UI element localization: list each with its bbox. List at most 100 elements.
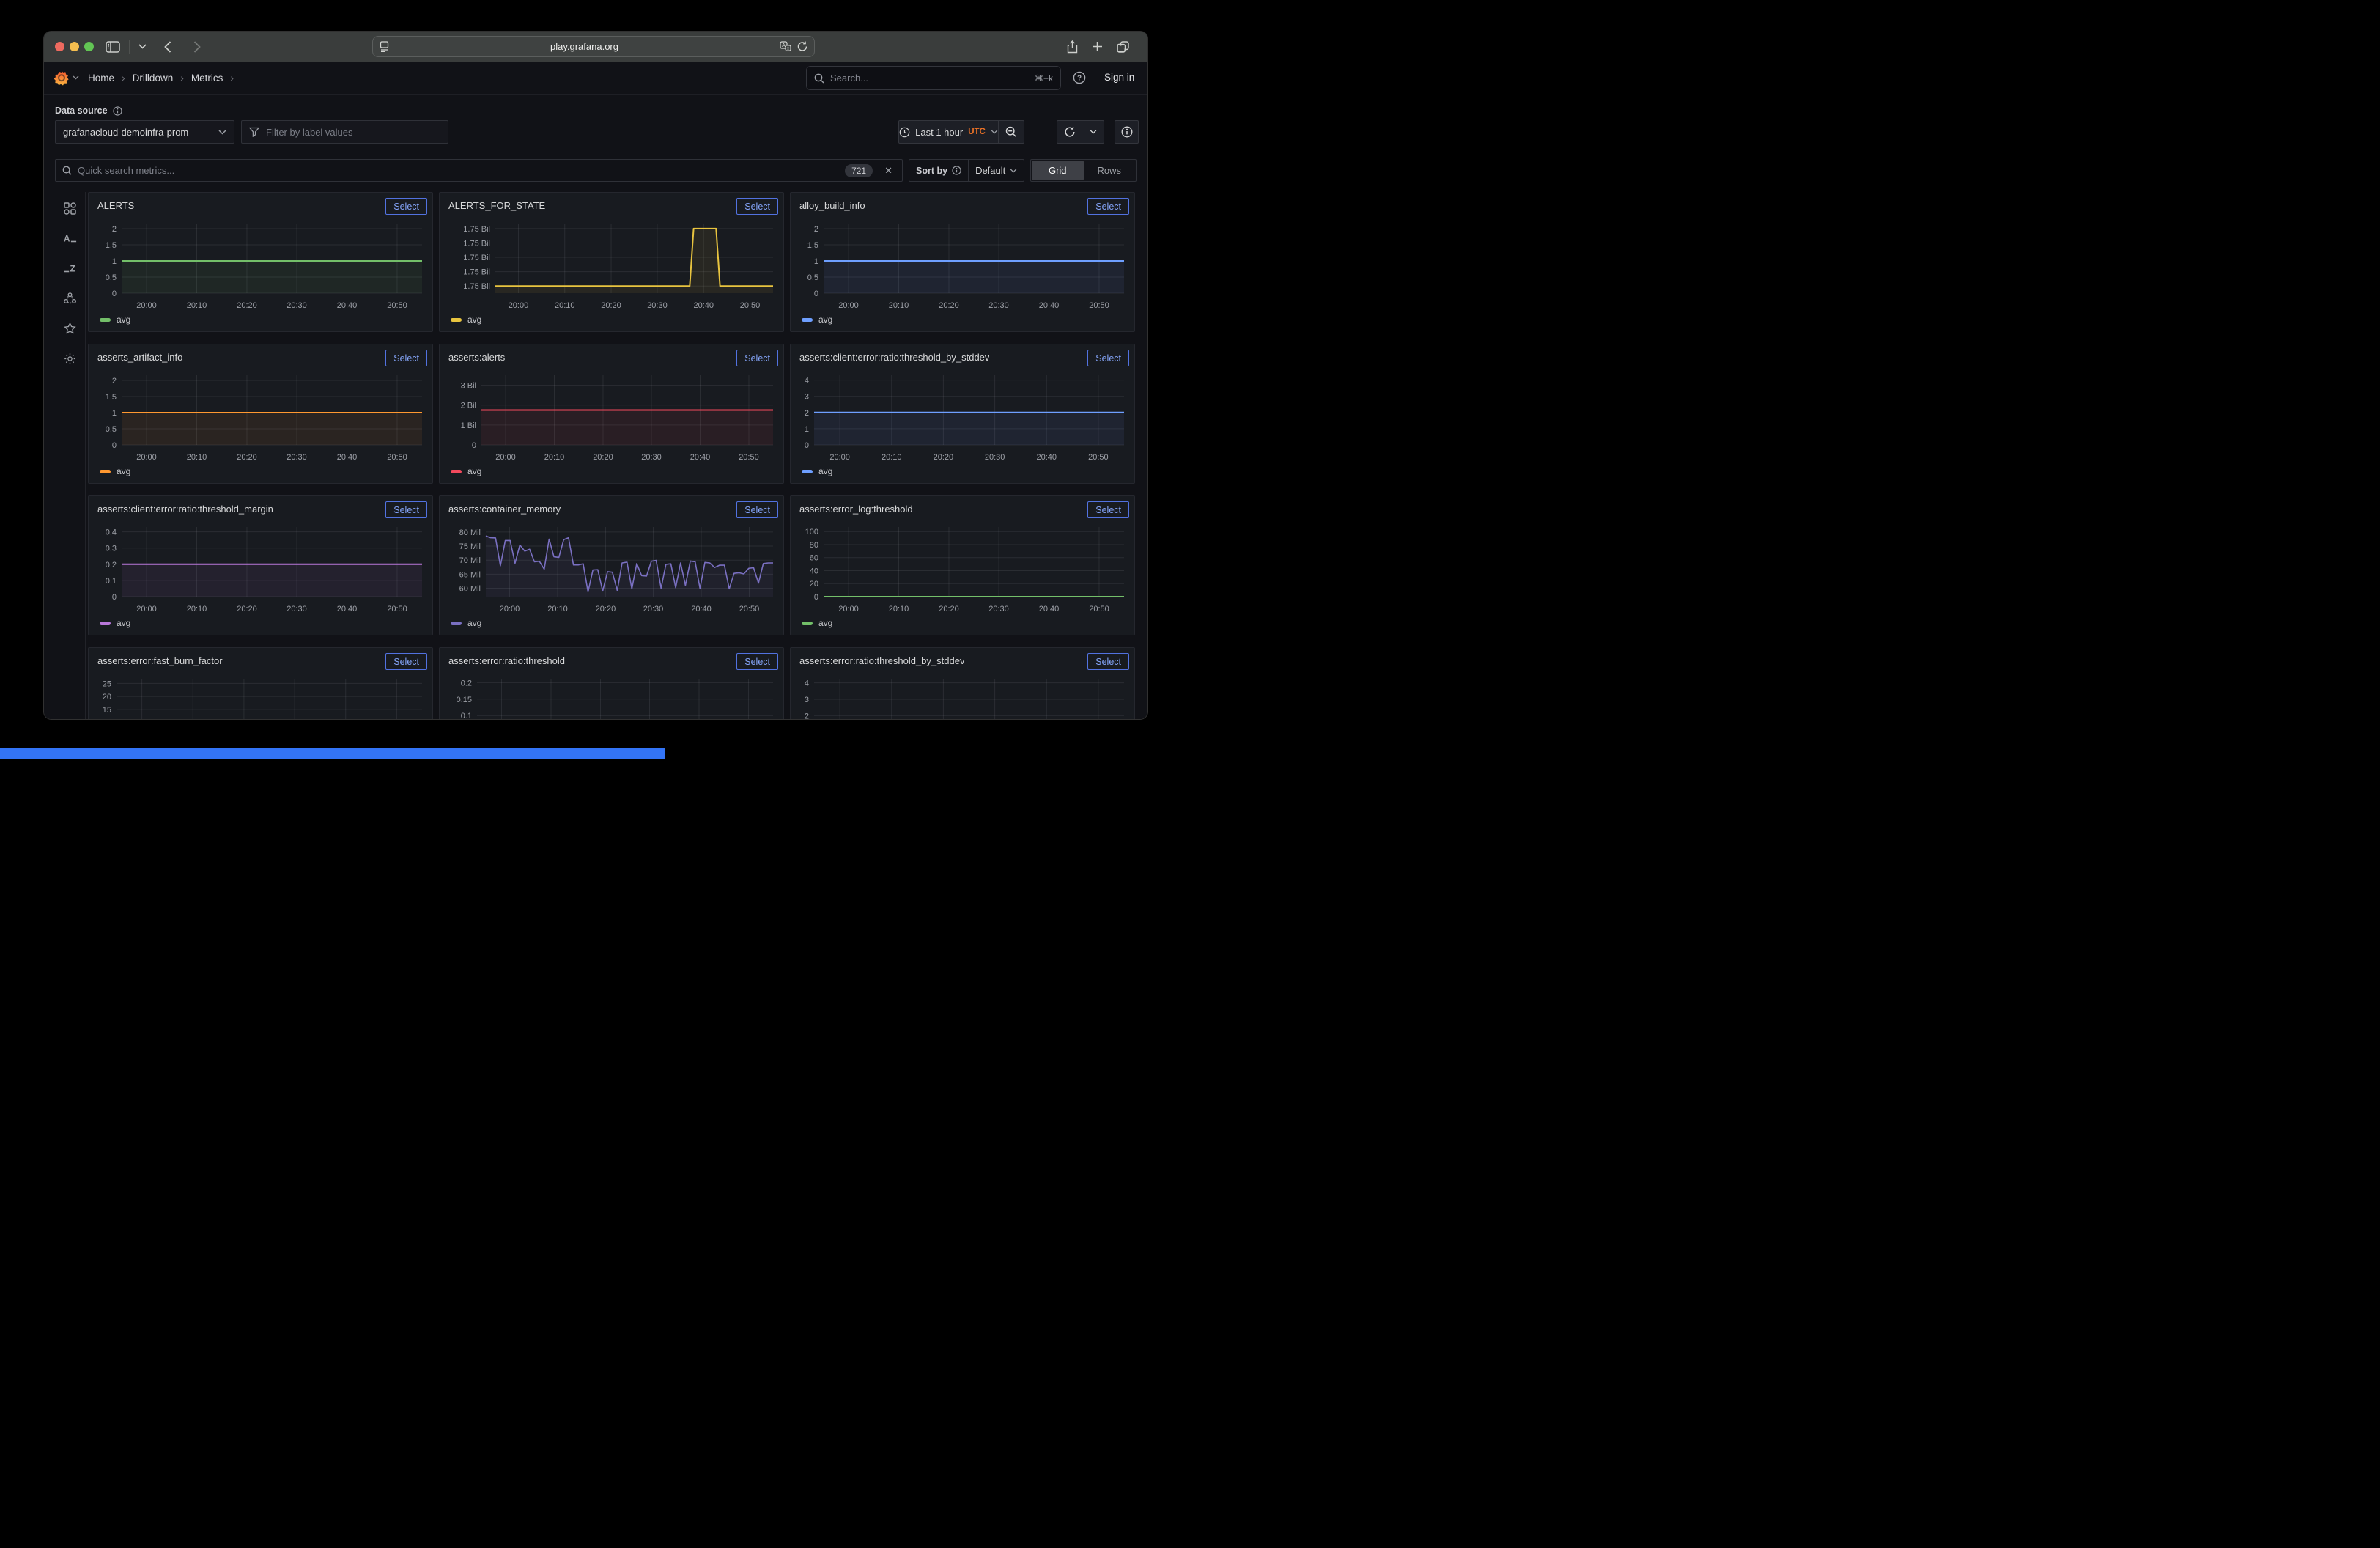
forward-icon[interactable]	[193, 41, 201, 53]
svg-text:20:00: 20:00	[509, 301, 529, 310]
panel-select-button[interactable]: Select	[736, 198, 778, 215]
global-search-input[interactable]: Search... ⌘+k	[806, 66, 1061, 90]
svg-text:20: 20	[810, 580, 818, 589]
translate-icon[interactable]: A x	[780, 41, 791, 52]
page-settings-icon[interactable]	[380, 41, 389, 52]
back-icon[interactable]	[164, 41, 171, 53]
tab-overview-icon[interactable]	[1117, 41, 1129, 53]
panel-title: alloy_build_info	[799, 198, 865, 211]
svg-text:75 Mil: 75 Mil	[459, 542, 481, 551]
url-text: play.grafana.org	[389, 41, 780, 52]
svg-text:20:10: 20:10	[555, 301, 575, 310]
breadcrumb-home[interactable]: Home	[88, 73, 114, 84]
label-filter-placeholder: Filter by label values	[266, 127, 353, 138]
svg-text:80: 80	[810, 541, 818, 550]
close-window-button[interactable]	[55, 42, 64, 51]
info-icon[interactable]	[952, 166, 961, 175]
view-toggle-rows[interactable]: Rows	[1084, 161, 1136, 180]
svg-text:A: A	[782, 43, 786, 48]
breadcrumb-metrics[interactable]: Metrics	[191, 73, 223, 84]
breadcrumb-separator: ›	[230, 72, 234, 84]
reload-icon[interactable]	[797, 41, 808, 52]
svg-text:20:00: 20:00	[495, 453, 516, 462]
apps-grid-icon[interactable]	[64, 202, 77, 215]
svg-text:1 Bil: 1 Bil	[461, 421, 476, 430]
breadcrumb: Home › Drilldown › Metrics ›	[88, 72, 234, 84]
sign-in-button[interactable]: Sign in	[1104, 72, 1134, 83]
minimize-window-button[interactable]	[70, 42, 79, 51]
info-icon[interactable]	[113, 106, 122, 116]
legend-color-pill	[451, 470, 462, 473]
panel-select-button[interactable]: Select	[385, 501, 427, 518]
sidebar-icon[interactable]	[106, 41, 120, 53]
metric-panel: ALERTS Select 20:0020:1020:2020:3020:402…	[88, 192, 433, 332]
quick-search-input[interactable]: Quick search metrics... 721 ✕	[55, 159, 903, 182]
panel-select-button[interactable]: Select	[736, 501, 778, 518]
favorites-star-icon[interactable]	[64, 322, 77, 335]
legend-label: avg	[468, 618, 481, 628]
panel-select-button[interactable]: Select	[385, 350, 427, 366]
refresh-button[interactable]	[1057, 120, 1082, 144]
svg-text:20:30: 20:30	[287, 301, 307, 310]
svg-text:20:10: 20:10	[544, 453, 565, 462]
panel-select-button[interactable]: Select	[1087, 501, 1129, 518]
new-tab-icon[interactable]	[1092, 41, 1103, 52]
refresh-interval-dropdown[interactable]	[1082, 120, 1104, 144]
help-icon[interactable]: ?	[1073, 71, 1086, 88]
label-filter-input[interactable]: Filter by label values	[241, 120, 448, 144]
time-range-picker[interactable]: Last 1 hour UTC	[898, 120, 999, 144]
panel-select-button[interactable]: Select	[736, 350, 778, 366]
view-toggle-grid[interactable]: Grid	[1032, 161, 1084, 180]
sort-alpha-desc-icon[interactable]: Z	[64, 262, 77, 275]
info-button[interactable]	[1115, 120, 1139, 144]
legend-label: avg	[117, 466, 130, 476]
svg-text:3 Bil: 3 Bil	[461, 382, 476, 391]
search-icon	[814, 73, 824, 84]
sort-alpha-asc-icon[interactable]: A	[64, 232, 77, 245]
chevron-down-icon[interactable]	[138, 44, 147, 49]
svg-text:20:20: 20:20	[237, 453, 257, 462]
svg-text:0: 0	[814, 290, 818, 298]
svg-text:20:40: 20:40	[690, 453, 711, 462]
chevron-down-icon	[1090, 130, 1097, 134]
related-metrics-icon[interactable]	[64, 292, 77, 305]
svg-text:20:20: 20:20	[934, 453, 954, 462]
sort-value: Default	[975, 165, 1005, 176]
panel-select-button[interactable]: Select	[1087, 198, 1129, 215]
svg-text:20:50: 20:50	[387, 301, 407, 310]
legend-color-pill	[802, 622, 813, 625]
grafana-logo[interactable]	[54, 70, 79, 86]
svg-text:A: A	[64, 234, 70, 243]
panel-select-button[interactable]: Select	[385, 198, 427, 215]
panel-title: asserts:error:ratio:threshold_by_stddev	[799, 653, 964, 666]
metric-panel: asserts:container_memory Select 20:0020:…	[439, 495, 784, 635]
svg-text:20:00: 20:00	[500, 605, 520, 613]
panel-chart: 20:0020:1020:2020:3020:4020:5001234	[799, 367, 1127, 465]
share-icon[interactable]	[1067, 40, 1078, 54]
metric-panel: asserts:client:error:ratio:threshold_mar…	[88, 495, 433, 635]
panel-select-button[interactable]: Select	[385, 653, 427, 670]
metric-panel: asserts:error:ratio:threshold_by_stddev …	[790, 647, 1135, 719]
sort-select[interactable]: Default	[969, 160, 1024, 181]
datasource-select[interactable]: grafanacloud-demoinfra-prom	[55, 120, 234, 144]
svg-text:20:10: 20:10	[187, 453, 207, 462]
zoom-out-button[interactable]	[999, 120, 1024, 144]
panel-select-button[interactable]: Select	[1087, 653, 1129, 670]
clear-search-icon[interactable]: ✕	[884, 165, 892, 177]
svg-text:20:50: 20:50	[1088, 453, 1109, 462]
panel-select-button[interactable]: Select	[736, 653, 778, 670]
svg-text:20:10: 20:10	[889, 605, 909, 613]
settings-gear-icon[interactable]	[64, 352, 77, 365]
panel-chart: 20:0020:1020:2020:3020:4020:500510152025	[97, 671, 425, 719]
svg-text:20:50: 20:50	[739, 605, 760, 613]
breadcrumb-drilldown[interactable]: Drilldown	[133, 73, 174, 84]
address-bar[interactable]: play.grafana.org A x	[372, 36, 815, 57]
svg-text:0.2: 0.2	[106, 561, 117, 570]
svg-text:0: 0	[112, 441, 117, 450]
svg-text:20:20: 20:20	[601, 301, 621, 310]
svg-text:20:40: 20:40	[337, 453, 358, 462]
svg-text:20:20: 20:20	[596, 605, 616, 613]
legend-color-pill	[802, 470, 813, 473]
panel-select-button[interactable]: Select	[1087, 350, 1129, 366]
maximize-window-button[interactable]	[84, 42, 94, 51]
